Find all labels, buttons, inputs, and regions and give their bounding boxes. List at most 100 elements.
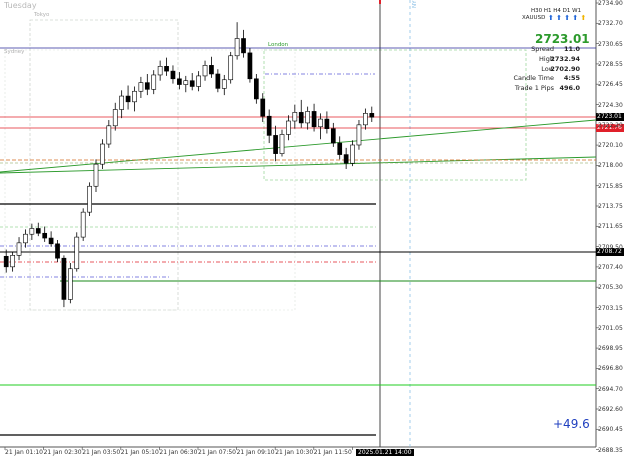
time-axis-cursor-label: 2025.01.21 14:00	[356, 449, 414, 456]
candle-body	[215, 73, 221, 89]
high-label: High	[539, 55, 554, 63]
low-label: Low	[541, 65, 554, 73]
star-icon: ⬆	[580, 14, 587, 22]
candle-time-label: Candle Time	[513, 74, 554, 82]
candle-body	[209, 65, 214, 75]
arrow-up-icon: ⬆	[556, 14, 562, 22]
candle-body	[67, 268, 73, 300]
candle-body	[253, 78, 259, 100]
candle-body	[260, 98, 266, 117]
high-value: 2732.94	[550, 55, 580, 63]
candle-body	[170, 70, 176, 80]
candle-body	[55, 243, 60, 259]
candle-body	[42, 232, 48, 239]
trade-pips-value: 496.0	[559, 84, 580, 92]
price-axis-label: 2730.65	[598, 40, 623, 48]
time-axis-label: 21 Jan 11:50	[313, 449, 352, 456]
candle-body	[234, 38, 240, 57]
candle-body	[100, 143, 105, 165]
candle-body	[286, 120, 291, 135]
candle-body	[363, 113, 368, 126]
price-axis-label: 2707.40	[598, 263, 623, 271]
price-axis-label: 2722.20	[598, 121, 623, 129]
candle-body	[119, 95, 125, 110]
price-axis-label: 2713.75	[598, 203, 623, 210]
candle-body	[305, 111, 311, 124]
price-axis-label: 2724.30	[598, 101, 623, 109]
candle-body	[273, 135, 278, 154]
candle-body	[93, 163, 99, 187]
candle-body	[87, 185, 92, 213]
candle-body	[311, 111, 317, 128]
candle-body	[337, 142, 343, 155]
candle-body	[157, 66, 163, 76]
price-tag-current: 2723.01	[596, 113, 624, 121]
price-axis-label: 2698.95	[598, 345, 623, 353]
candle-body	[318, 118, 323, 128]
time-axis-label: 21 Jan 10:30	[275, 449, 314, 456]
candle-body	[343, 154, 349, 164]
spread-value: 11.0	[563, 45, 580, 53]
candle-body	[10, 255, 15, 268]
price-axis-label: 2705.30	[598, 284, 623, 292]
candle-body	[330, 128, 336, 144]
day-label: Tuesday	[4, 1, 37, 10]
candle-body	[23, 233, 28, 244]
low-value: 2702.90	[550, 65, 580, 73]
price-axis-label: 2726.45	[598, 81, 623, 89]
time-axis-label: 21 Jan 01:10	[5, 449, 43, 456]
time-axis-label: 21 Jan 09:10	[236, 449, 275, 456]
candle-body	[3, 255, 9, 268]
candle-body	[74, 236, 80, 270]
candle-body	[189, 80, 195, 87]
candle-body	[16, 242, 22, 256]
candle-body	[151, 74, 157, 90]
candle-body	[144, 82, 150, 90]
price-axis-label: 2709.50	[598, 243, 623, 251]
candle-body	[106, 125, 112, 145]
candle-body	[202, 65, 208, 77]
london-label: London	[268, 42, 289, 48]
symbol-label: XAUUSD	[522, 15, 546, 21]
price-axis-label: 2690.45	[598, 426, 623, 434]
candle-body	[369, 113, 375, 118]
trend-arrows: ⬆ ⬆ ⬆ ⬆ ⬆	[548, 14, 586, 22]
candle-body	[35, 228, 41, 234]
candle-body	[164, 66, 169, 72]
arrow-up-icon: ⬆	[564, 14, 571, 22]
price-axis-label: 2701.05	[598, 324, 623, 332]
candle-body	[356, 124, 362, 146]
candle-body	[228, 55, 234, 81]
candle-body	[61, 257, 67, 300]
current-price-label: 2723.01	[535, 32, 590, 46]
price-axis-label: 2715.85	[598, 182, 623, 190]
price-axis-label: 2696.80	[598, 365, 623, 373]
time-axis-label: 21 Jan 06:30	[159, 449, 198, 456]
candle-body	[247, 52, 253, 80]
price-axis-label: 2728.55	[598, 60, 623, 68]
candle-body	[125, 95, 131, 103]
candle-body	[80, 211, 86, 238]
tf-h30[interactable]: H30	[531, 8, 542, 14]
candle-body	[221, 79, 227, 89]
arrow-up-icon: ⬆	[572, 14, 579, 22]
price-axis-label: 2734.90	[598, 0, 623, 7]
price-axis-label: 2692.60	[598, 406, 623, 413]
candle-body	[292, 112, 298, 122]
candle-body	[350, 144, 355, 164]
price-axis-label: 2720.10	[598, 142, 623, 150]
candle-body	[279, 134, 285, 154]
price-axis-label: 2711.65	[598, 223, 623, 231]
candle-body	[138, 82, 144, 92]
candle-body	[266, 115, 272, 136]
time-axis-label: 21 Jan 03:50	[82, 449, 121, 456]
ny-label: NY	[412, 0, 418, 8]
candle-time-value: 4:55	[563, 74, 580, 82]
candle-body	[183, 80, 189, 85]
tokyo-label: Tokyo	[34, 12, 50, 18]
candle-body	[29, 228, 35, 235]
price-axis-label: 2703.15	[598, 304, 623, 312]
candle-body	[298, 112, 304, 124]
candle-body	[177, 78, 182, 85]
candle-body	[48, 237, 54, 245]
